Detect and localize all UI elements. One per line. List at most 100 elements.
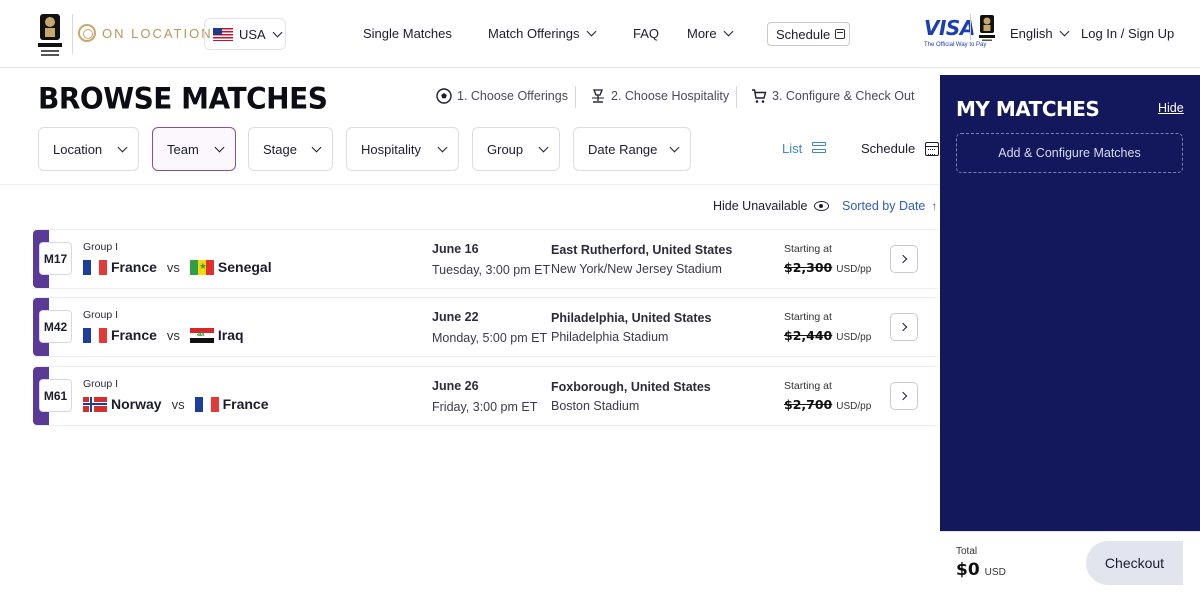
- chevron-down-icon: [117, 142, 128, 152]
- nav-label: Single Matches: [363, 26, 452, 41]
- chevron-down-icon: [214, 142, 225, 152]
- my-matches-title: MY MATCHES: [956, 97, 1100, 121]
- filter-location[interactable]: Location: [38, 127, 139, 171]
- eye-icon: [813, 201, 829, 211]
- chevron-down-icon: [669, 142, 680, 152]
- nav-faq[interactable]: FAQ: [633, 26, 659, 41]
- chevron-down-icon: [311, 142, 322, 152]
- visa-tagline: The Official Way to Pay: [924, 42, 987, 48]
- on-location-ring-icon: [78, 24, 96, 42]
- fifa-hospitality-logo[interactable]: [36, 12, 64, 58]
- sort-by-date[interactable]: Sorted by Date ↑: [842, 199, 937, 213]
- view-schedule-toggle[interactable]: Schedule: [861, 141, 940, 156]
- starting-at-label: Starting at: [784, 243, 832, 255]
- hide-panel-link[interactable]: Hide: [1158, 101, 1184, 115]
- match-code: M61: [39, 379, 72, 412]
- match-row[interactable]: M42 Group I France vs Iraq June 22 Monda…: [33, 297, 938, 357]
- match-teams: Norway vs France: [83, 396, 269, 412]
- match-group: Group I: [83, 309, 119, 321]
- total-label: Total: [956, 546, 978, 557]
- away-team: Senegal: [217, 259, 272, 275]
- match-stadium: Boston Stadium: [551, 399, 640, 413]
- match-price: $2,440 USD/pp: [784, 328, 871, 343]
- hide-unavailable-toggle[interactable]: Hide Unavailable: [713, 199, 829, 213]
- view-list-toggle[interactable]: List: [782, 141, 827, 156]
- step-label: 2. Choose Hospitality: [611, 89, 730, 103]
- filter-team[interactable]: Team: [152, 127, 236, 171]
- open-match-button[interactable]: [890, 313, 918, 341]
- ball-icon: [436, 88, 452, 104]
- match-row[interactable]: M17 Group I France vs Senegal June 16 Tu…: [33, 229, 938, 289]
- match-row[interactable]: M61 Group I Norway vs France June 26 Fri…: [33, 366, 938, 426]
- step-configure-checkout[interactable]: 3. Configure & Check Out: [751, 88, 914, 104]
- match-group: Group I: [83, 378, 119, 390]
- filter-date-range[interactable]: Date Range: [573, 127, 691, 171]
- checkout-button[interactable]: Checkout: [1086, 541, 1183, 585]
- match-time: Monday, 5:00 pm ET: [432, 331, 548, 345]
- vs-label: vs: [166, 327, 180, 343]
- trophy-icon: [979, 15, 995, 41]
- match-price: $2,700 USD/pp: [784, 397, 871, 412]
- filter-label: Group: [487, 141, 524, 157]
- filter-label: Date Range: [588, 141, 658, 157]
- site-header: ON LOCATION USA Single Matches Match Off…: [0, 0, 1200, 68]
- us-flag-icon: [213, 27, 233, 41]
- nav-more[interactable]: More: [687, 26, 734, 41]
- match-city: East Rutherford, United States: [551, 243, 733, 257]
- france-flag-icon: [194, 396, 219, 412]
- price-unit: USD/pp: [836, 332, 872, 343]
- sort-label: Sorted by Date: [842, 199, 926, 213]
- chevron-down-icon: [586, 26, 596, 37]
- country-selector[interactable]: USA: [204, 18, 286, 50]
- chevron-down-icon: [272, 27, 283, 37]
- filter-label: Stage: [263, 141, 297, 157]
- nav-label: FAQ: [633, 26, 660, 41]
- nav-single-matches[interactable]: Single Matches: [363, 26, 452, 41]
- calendar-icon: [835, 29, 846, 39]
- arrow-up-icon: ↑: [931, 199, 938, 213]
- match-stadium: Philadelphia Stadium: [551, 330, 669, 344]
- france-flag-icon: [83, 259, 107, 275]
- schedule-button-label: Schedule: [776, 26, 831, 42]
- match-group: Group I: [83, 241, 119, 253]
- view-list-label: List: [782, 141, 803, 156]
- vs-label: vs: [166, 259, 180, 275]
- match-city: Foxborough, United States: [551, 380, 711, 394]
- filter-group[interactable]: Group: [472, 127, 560, 171]
- logo-divider: [72, 14, 73, 54]
- match-code: M42: [39, 310, 72, 343]
- on-location-logo[interactable]: ON LOCATION: [78, 24, 213, 42]
- chevron-right-icon: [898, 254, 908, 264]
- match-price: $2,300 USD/pp: [784, 260, 871, 275]
- chevron-down-icon: [538, 142, 549, 152]
- price-amount: $2,300: [784, 260, 833, 275]
- filter-hospitality[interactable]: Hospitality: [346, 127, 459, 171]
- add-configure-matches-button[interactable]: Add & Configure Matches: [956, 133, 1183, 173]
- nav-match-offerings[interactable]: Match Offerings: [488, 26, 596, 41]
- open-match-button[interactable]: [890, 245, 918, 273]
- step-divider: [575, 86, 576, 108]
- filter-divider: [0, 184, 940, 185]
- schedule-button[interactable]: Schedule: [767, 22, 850, 46]
- language-label: English: [1010, 26, 1053, 41]
- chevron-right-icon: [898, 322, 908, 332]
- country-label: USA: [239, 26, 266, 42]
- login-signup-link[interactable]: Log In / Sign Up: [1081, 26, 1174, 41]
- match-code: M17: [39, 242, 72, 275]
- step-choose-hospitality[interactable]: 2. Choose Hospitality: [590, 88, 729, 104]
- language-selector[interactable]: English: [1010, 26, 1070, 41]
- step-choose-offerings[interactable]: 1. Choose Offerings: [436, 88, 568, 104]
- price-amount: $2,440: [784, 328, 833, 343]
- page-title: BROWSE MATCHES: [38, 81, 328, 116]
- filter-stage[interactable]: Stage: [248, 127, 333, 171]
- open-match-button[interactable]: [890, 382, 918, 410]
- chevron-down-icon: [437, 142, 448, 152]
- filter-label: Location: [53, 141, 103, 157]
- senegal-flag-icon: [189, 259, 214, 275]
- starting-at-label: Starting at: [784, 380, 832, 392]
- my-matches-panel: MY MATCHES Hide Add & Configure Matches: [940, 75, 1200, 531]
- price-amount: $2,700: [784, 397, 833, 412]
- total-currency: USD: [984, 567, 1006, 578]
- away-team: France: [222, 396, 269, 412]
- match-time: Tuesday, 3:00 pm ET: [432, 263, 551, 277]
